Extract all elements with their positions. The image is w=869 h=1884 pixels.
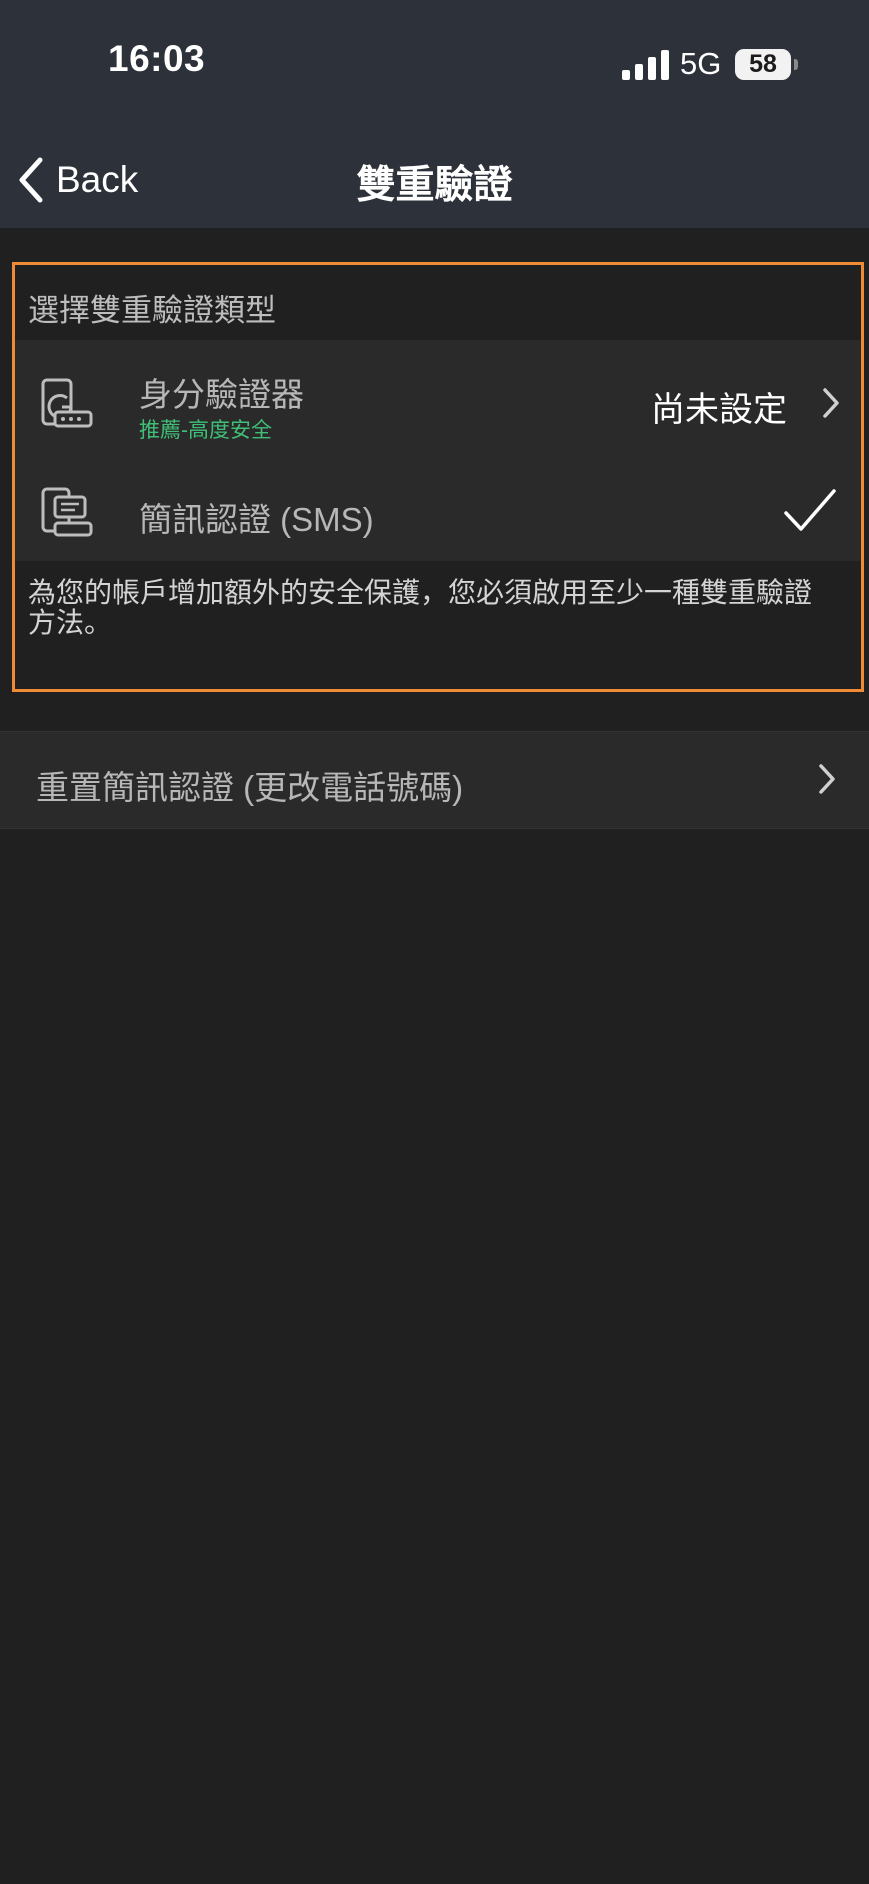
highlight-frame xyxy=(12,262,864,692)
reset-sms-label: 重置簡訊認證 (更改電話號碼) xyxy=(36,769,464,806)
status-time: 16:03 xyxy=(108,38,206,79)
network-type: 5G xyxy=(680,46,722,81)
battery-cap xyxy=(794,59,798,70)
nav-header: 16:03 5G 58 Back 雙重驗證 xyxy=(0,0,869,228)
page-title: 雙重驗證 xyxy=(356,164,513,207)
chevron-right-icon xyxy=(819,764,835,794)
cellular-signal-icon xyxy=(622,50,669,80)
reset-sms-button[interactable]: 重置簡訊認證 (更改電話號碼) xyxy=(0,731,869,829)
battery-icon: 58 xyxy=(735,49,791,80)
